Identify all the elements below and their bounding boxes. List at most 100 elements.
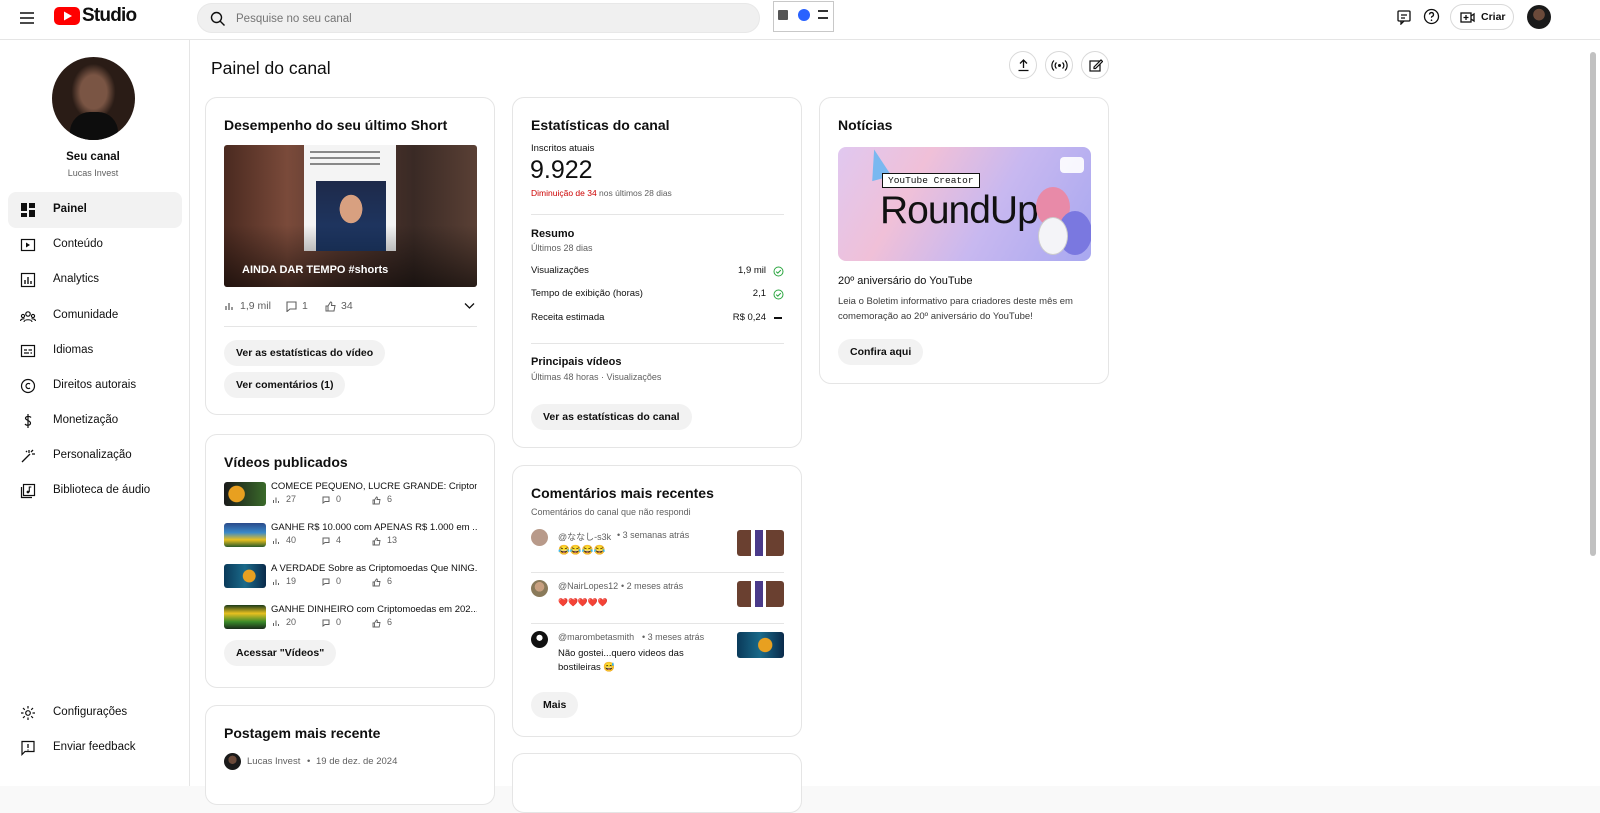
view-comments-button[interactable]: Ver comentários (1) <box>224 372 346 398</box>
list-item[interactable]: COMECE PEQUENO, LUCRE GRANDE: Criptom...… <box>224 481 477 510</box>
sidebar-item-monetizacao[interactable]: Monetização <box>8 403 182 439</box>
sidebar-item-label: Biblioteca de áudio <box>53 484 151 496</box>
comment-icon <box>322 537 330 545</box>
comment-icon <box>286 301 297 312</box>
gear-icon <box>21 706 35 720</box>
views-icon <box>273 579 279 585</box>
news-banner[interactable]: YouTube Creator RoundUp <box>838 147 1091 261</box>
analytics-icon <box>20 272 36 288</box>
studio-logo[interactable]: Studio <box>54 5 137 28</box>
sidebar-item-personalizacao[interactable]: Personalização <box>8 438 182 474</box>
news-cta-button[interactable]: Confira aqui <box>838 339 924 365</box>
comment-time-text: 3 meses atrás <box>647 632 705 642</box>
dashboard-icon <box>21 203 35 217</box>
video-title: GANHE DINHEIRO com Criptomoedas em 202..… <box>271 604 477 615</box>
community-icon <box>20 311 36 323</box>
comment-item[interactable]: @ななし-s3k • 3 semanas atrás 😂😂😂😂 <box>531 529 784 573</box>
comment-icon <box>322 619 330 627</box>
page-title: Painel do canal <box>211 58 331 78</box>
card-title: Postagem mais recente <box>224 725 381 741</box>
sidebar-item-configuracoes[interactable]: Configurações <box>8 695 182 731</box>
search-bar[interactable] <box>197 3 760 33</box>
chart-icon[interactable] <box>778 10 788 20</box>
copyright-icon <box>20 378 36 394</box>
banner-tag-text: YouTube Creator <box>888 175 974 186</box>
sidebar-item-label: Analytics <box>53 273 100 285</box>
subscribers-change: Diminuição de 34 nos últimos 28 dias <box>531 188 672 198</box>
circle-badge-icon[interactable] <box>798 9 810 21</box>
sidebar: Seu canal Lucas Invest Painel Conteúdo A… <box>0 40 190 786</box>
channel-avatar[interactable] <box>52 57 135 140</box>
views-icon <box>273 620 279 626</box>
sidebar-item-painel[interactable]: Painel <box>8 192 182 228</box>
video-title: GANHE R$ 10.000 com APENAS R$ 1.000 em .… <box>271 522 477 533</box>
logo-text: Studio <box>82 5 137 26</box>
sidebar-item-biblioteca[interactable]: Biblioteca de áudio <box>8 473 182 509</box>
channel-stats-card: Estatísticas do canal Inscritos atuais 9… <box>512 97 802 448</box>
comment-time-text: 2 meses atrás <box>626 581 684 591</box>
create-button[interactable]: Criar <box>1450 4 1514 30</box>
comment-text: Não gostei...quero videos das bostileira… <box>558 648 684 673</box>
video-likes: 6 <box>387 494 393 504</box>
video-comments: 0 <box>336 617 342 627</box>
card-title: Estatísticas do canal <box>531 117 670 133</box>
summary-title: Resumo <box>531 228 575 240</box>
post-date: 19 de dez. de 2024 <box>316 756 398 767</box>
go-to-videos-button[interactable]: Acessar "Vídeos" <box>224 640 337 666</box>
audio-library-icon <box>20 483 36 499</box>
extension-widget[interactable] <box>773 1 834 32</box>
comment-item[interactable]: @marombetasmith • 3 meses atrás Não gost… <box>531 631 784 681</box>
comments-feed-icon[interactable] <box>1396 9 1412 30</box>
scrollbar[interactable] <box>1590 52 1596 556</box>
list-item[interactable]: GANHE DINHEIRO com Criptomoedas em 202..… <box>224 604 477 633</box>
channel-stats-button[interactable]: Ver as estatísticas do canal <box>531 404 692 430</box>
help-icon[interactable] <box>1423 8 1440 30</box>
short-title: AINDA DAR TEMPO #shorts <box>242 264 389 276</box>
sidebar-item-label: Comunidade <box>53 309 119 321</box>
video-likes: 6 <box>387 617 393 627</box>
video-stats-button[interactable]: Ver as estatísticas do vídeo <box>224 340 386 366</box>
like-icon <box>372 578 381 587</box>
banner-word: RoundUp <box>880 189 1039 232</box>
list-item[interactable]: A VERDADE Sobre as Criptomoedas Que NING… <box>224 563 477 592</box>
video-comments: 0 <box>336 494 342 504</box>
card-title: Comentários mais recentes <box>531 485 714 501</box>
sidebar-item-direitos[interactable]: Direitos autorais <box>8 368 182 404</box>
video-likes: 6 <box>387 576 393 586</box>
chevron-down-icon[interactable] <box>464 302 475 310</box>
menu-icon[interactable] <box>18 9 36 27</box>
search-input[interactable] <box>236 10 736 27</box>
upload-icon <box>1018 59 1029 72</box>
create-post-button[interactable] <box>1081 51 1109 79</box>
sidebar-item-analytics[interactable]: Analytics <box>8 262 182 298</box>
stat-value: 1,9 mil <box>738 265 766 276</box>
sidebar-item-label: Personalização <box>53 449 132 461</box>
video-thumbnail <box>224 605 266 629</box>
sidebar-item-label: Configurações <box>53 706 128 718</box>
sidebar-item-idiomas[interactable]: Idiomas <box>8 333 182 369</box>
post-author-avatar <box>224 753 241 770</box>
account-avatar[interactable] <box>1527 5 1551 29</box>
sidebar-item-feedback[interactable]: Enviar feedback <box>8 730 182 766</box>
more-comments-button[interactable]: Mais <box>531 692 579 718</box>
comment-item[interactable]: @NairLopes12 • 2 meses atrás ❤️❤️❤️❤️❤️ <box>531 580 784 624</box>
views-icon <box>225 303 233 310</box>
sidebar-item-conteudo[interactable]: Conteúdo <box>8 227 182 263</box>
top-videos-title: Principais vídeos <box>531 356 622 368</box>
list-icon[interactable] <box>818 10 828 19</box>
sidebar-item-comunidade[interactable]: Comunidade <box>8 298 182 334</box>
check-circle-icon <box>773 289 784 300</box>
upload-button[interactable] <box>1009 51 1037 79</box>
stat-value: R$ 0,24 <box>732 312 766 323</box>
video-views: 20 <box>286 617 297 627</box>
video-views: 40 <box>286 535 297 545</box>
video-thumbnail <box>224 523 266 547</box>
live-button[interactable] <box>1045 51 1073 79</box>
video-likes: 13 <box>387 535 398 545</box>
main-content: Painel do canal Desempenho do seu último… <box>190 40 1600 813</box>
short-thumbnail[interactable]: AINDA DAR TEMPO #shorts <box>224 145 477 287</box>
card-title: Vídeos publicados <box>224 454 348 470</box>
change-red-text: Diminuição de 34 <box>531 188 597 198</box>
list-item[interactable]: GANHE R$ 10.000 com APENAS R$ 1.000 em .… <box>224 522 477 551</box>
video-thumbnail <box>224 482 266 506</box>
